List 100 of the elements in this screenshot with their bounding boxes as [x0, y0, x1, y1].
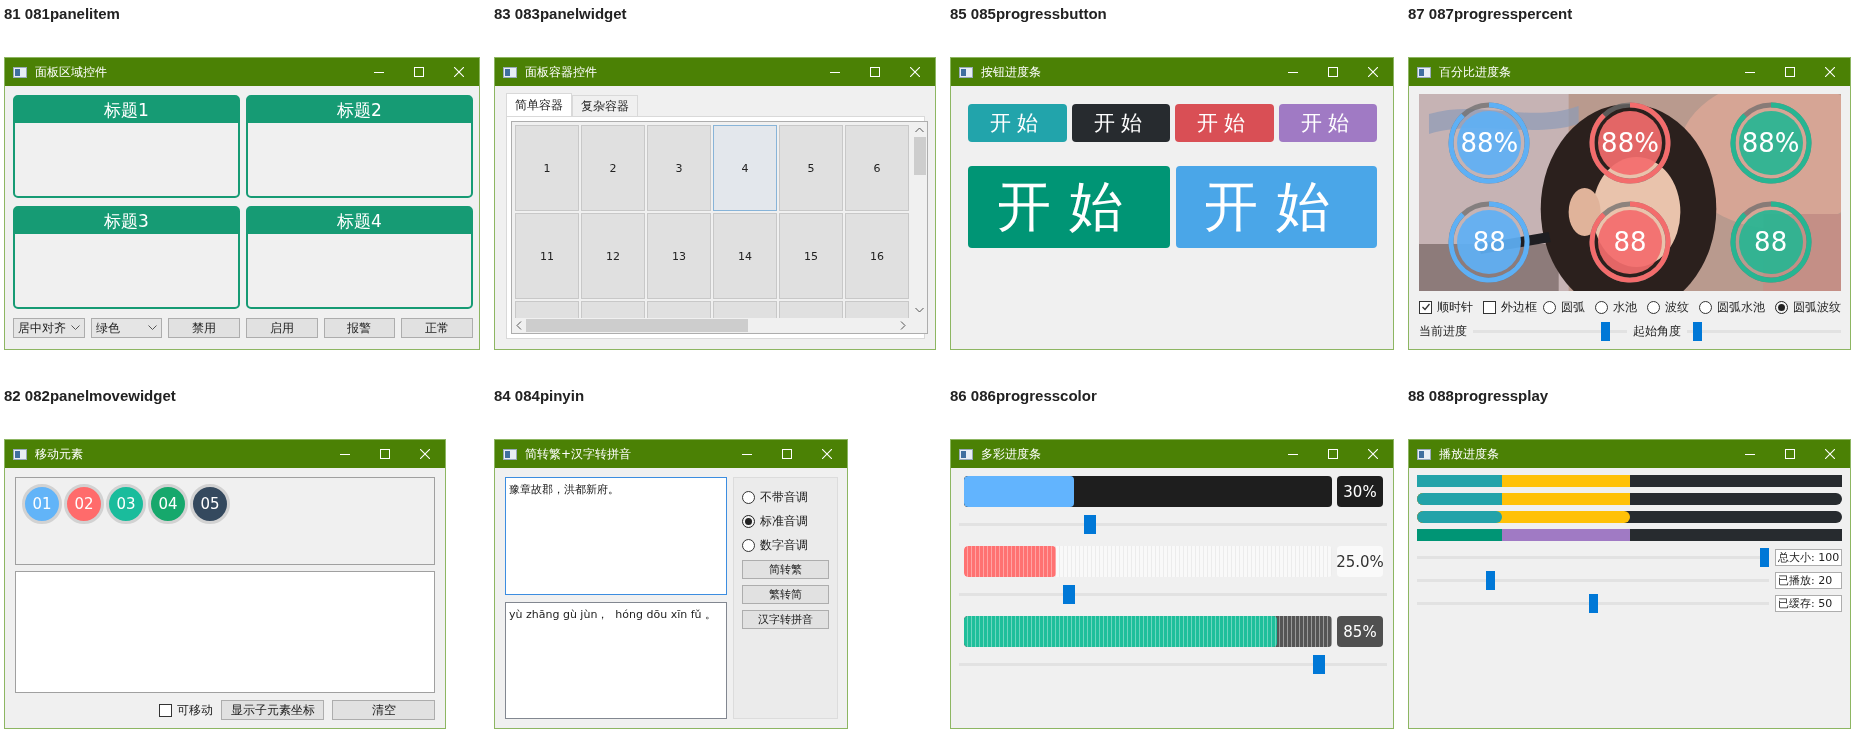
- slider-label: 起始角度: [1633, 323, 1681, 340]
- maximize-icon: [380, 449, 390, 459]
- caption: 81 081panelitem: [4, 4, 121, 24]
- app-icon: [959, 448, 973, 460]
- window-title: 移动元素: [35, 445, 83, 463]
- push-button[interactable]: 禁用: [168, 318, 240, 338]
- percent-label: 88: [1754, 226, 1788, 257]
- push-button[interactable]: 汉字转拼音: [742, 610, 829, 629]
- slider-handle[interactable]: [1600, 322, 1610, 341]
- close-icon: [1368, 67, 1378, 77]
- panel-title: 标题3: [15, 208, 238, 234]
- grid-cell[interactable]: 5: [779, 125, 843, 211]
- minimize-icon: [340, 454, 350, 455]
- push-button[interactable]: 报警: [323, 318, 396, 338]
- radio-button[interactable]: 不带音调: [742, 488, 829, 506]
- panel-title: 标题2: [248, 97, 471, 123]
- slider-handle[interactable]: [1485, 570, 1495, 590]
- grid-cell[interactable]: 2: [581, 125, 645, 211]
- tab[interactable]: 简单容器: [506, 93, 572, 116]
- window-title: 简转繁+汉字转拼音: [525, 445, 632, 463]
- minimize-icon: [1288, 72, 1298, 73]
- checkbox[interactable]: 顺时针: [1419, 298, 1473, 316]
- dropdown[interactable]: 居中对齐: [13, 318, 85, 338]
- app-icon: [503, 66, 517, 78]
- scrollbar-thumb[interactable]: [913, 137, 926, 175]
- panel-title: 标题4: [248, 208, 471, 234]
- app-icon: [959, 66, 973, 78]
- app-icon: [1417, 66, 1431, 78]
- percent-label: 88: [1613, 226, 1647, 257]
- grid-cell[interactable]: 11: [515, 213, 579, 299]
- percent-label: 85%: [1337, 616, 1383, 647]
- checkbox[interactable]: 外边框: [1483, 298, 1537, 316]
- push-button[interactable]: 正常: [401, 318, 473, 338]
- window-title: 多彩进度条: [981, 445, 1041, 463]
- close-icon: [454, 67, 464, 77]
- grid-cell[interactable]: 3: [647, 125, 711, 211]
- grid-cell[interactable]: 12: [581, 213, 645, 299]
- checkmark-icon: [1420, 302, 1431, 312]
- radio-button[interactable]: 圆弧水池: [1699, 298, 1765, 316]
- grid-cell[interactable]: 14: [713, 213, 777, 299]
- caption: 84 084pinyin: [494, 386, 586, 406]
- close-icon: [822, 449, 832, 459]
- close-icon: [1825, 67, 1835, 77]
- grid-cell[interactable]: 16: [845, 213, 909, 299]
- slider-handle[interactable]: [1063, 585, 1075, 604]
- push-button[interactable]: 清空: [332, 700, 435, 720]
- value-label: 总大小: 100: [1775, 548, 1842, 566]
- output-field[interactable]: yù zhāng gù jùn， hóng dōu xīn fǔ 。: [505, 601, 727, 719]
- scrollbar-thumb[interactable]: [526, 319, 748, 332]
- caret-icon: [148, 325, 158, 331]
- window-title: 播放进度条: [1439, 445, 1499, 463]
- radio-button[interactable]: 圆弧: [1543, 298, 1585, 316]
- caption: 88 088progressplay: [1408, 386, 1550, 406]
- movable-circle[interactable]: 05: [190, 484, 230, 524]
- app-icon: [13, 448, 27, 460]
- slider-handle[interactable]: [1312, 655, 1325, 674]
- grid-cell[interactable]: 15: [779, 213, 843, 299]
- push-button[interactable]: 启用: [246, 318, 318, 338]
- window-title: 按钮进度条: [981, 63, 1041, 81]
- radio-button[interactable]: 数字音调: [742, 536, 829, 554]
- minimize-icon: [374, 72, 384, 73]
- percent-label: 88%: [1741, 128, 1800, 159]
- input-field[interactable]: 豫章故郡，洪都新府。: [505, 477, 727, 595]
- start-button[interactable]: 开始: [968, 166, 1170, 248]
- grid-cell[interactable]: 4: [713, 125, 777, 211]
- start-button[interactable]: 开始: [1071, 104, 1170, 142]
- radio-button[interactable]: 水池: [1595, 298, 1637, 316]
- slider-handle[interactable]: [1760, 547, 1769, 567]
- start-button[interactable]: 开始: [1175, 104, 1274, 142]
- slider-handle[interactable]: [1692, 322, 1702, 341]
- caption: 87 087progresspercent: [1408, 4, 1574, 24]
- maximize-icon: [1785, 449, 1795, 459]
- dropdown[interactable]: 绿色: [90, 318, 163, 338]
- caption: 85 085progressbutton: [950, 4, 1108, 24]
- percent-label: 88%: [1460, 128, 1519, 159]
- grid-cell[interactable]: 6: [845, 125, 909, 211]
- grid-cell[interactable]: 13: [647, 213, 711, 299]
- radio-button[interactable]: 波纹: [1647, 298, 1689, 316]
- radio-button[interactable]: 圆弧波纹: [1775, 298, 1841, 316]
- slider-handle[interactable]: [1588, 593, 1598, 613]
- window-title: 面板容器控件: [525, 63, 597, 81]
- maximize-icon: [782, 449, 792, 459]
- percent-label: 25.0%: [1337, 546, 1383, 577]
- percent-label: 88: [1472, 226, 1506, 257]
- radio-button[interactable]: 标准音调: [742, 512, 829, 530]
- slider-handle[interactable]: [1083, 515, 1096, 534]
- tab[interactable]: 复杂容器: [572, 95, 638, 116]
- close-icon: [910, 67, 920, 77]
- window-title: 面板区域控件: [35, 63, 107, 81]
- window-title: 百分比进度条: [1439, 63, 1511, 81]
- maximize-icon: [1785, 67, 1795, 77]
- push-button[interactable]: 显示子元素坐标: [221, 700, 324, 720]
- app-icon: [13, 66, 27, 78]
- push-button[interactable]: 繁转简: [742, 585, 829, 604]
- caret-icon: [70, 325, 80, 331]
- checkbox[interactable]: 可移动: [159, 701, 213, 719]
- grid-cell[interactable]: 1: [515, 125, 579, 211]
- caption: 82 082panelmovewidget: [4, 386, 177, 406]
- push-button[interactable]: 简转繁: [742, 560, 829, 579]
- caption: 83 083panelwidget: [494, 4, 628, 24]
